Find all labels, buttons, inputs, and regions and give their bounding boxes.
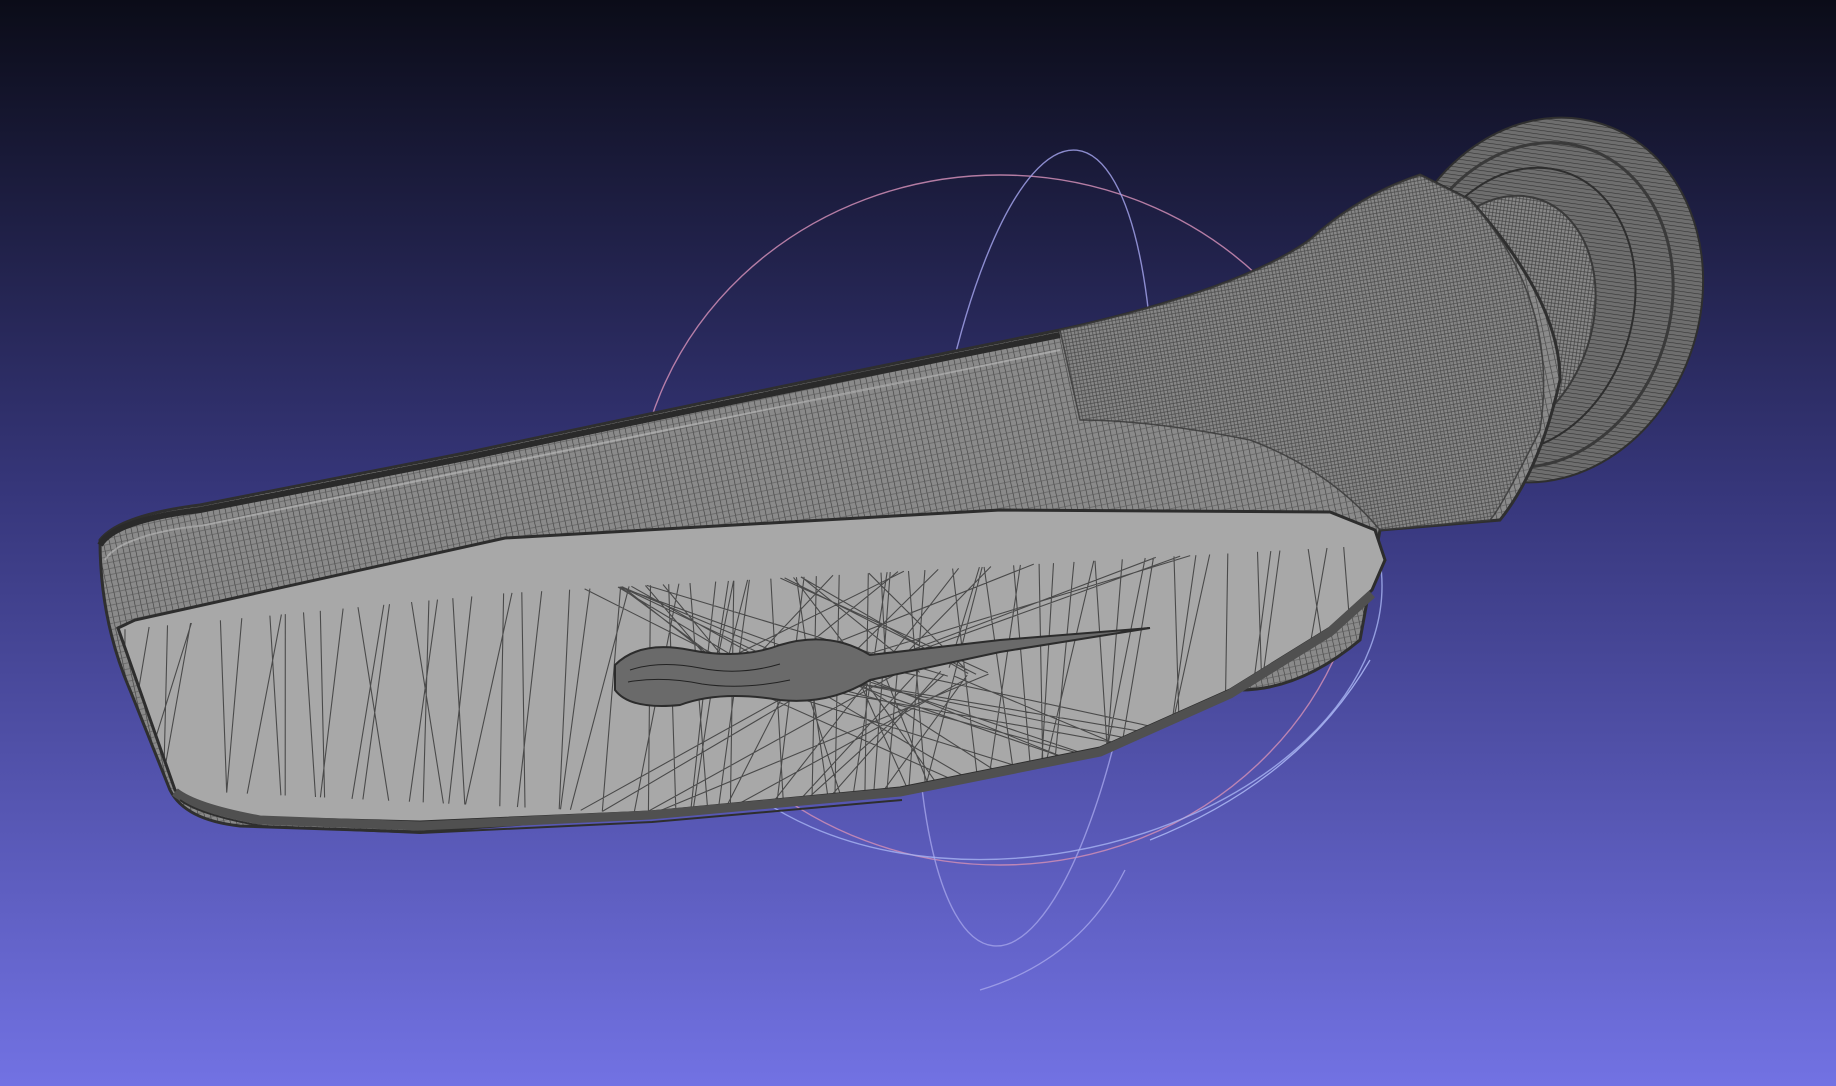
3d-viewport[interactable]	[0, 0, 1836, 1086]
mesh-render-canvas[interactable]	[0, 0, 1836, 1086]
